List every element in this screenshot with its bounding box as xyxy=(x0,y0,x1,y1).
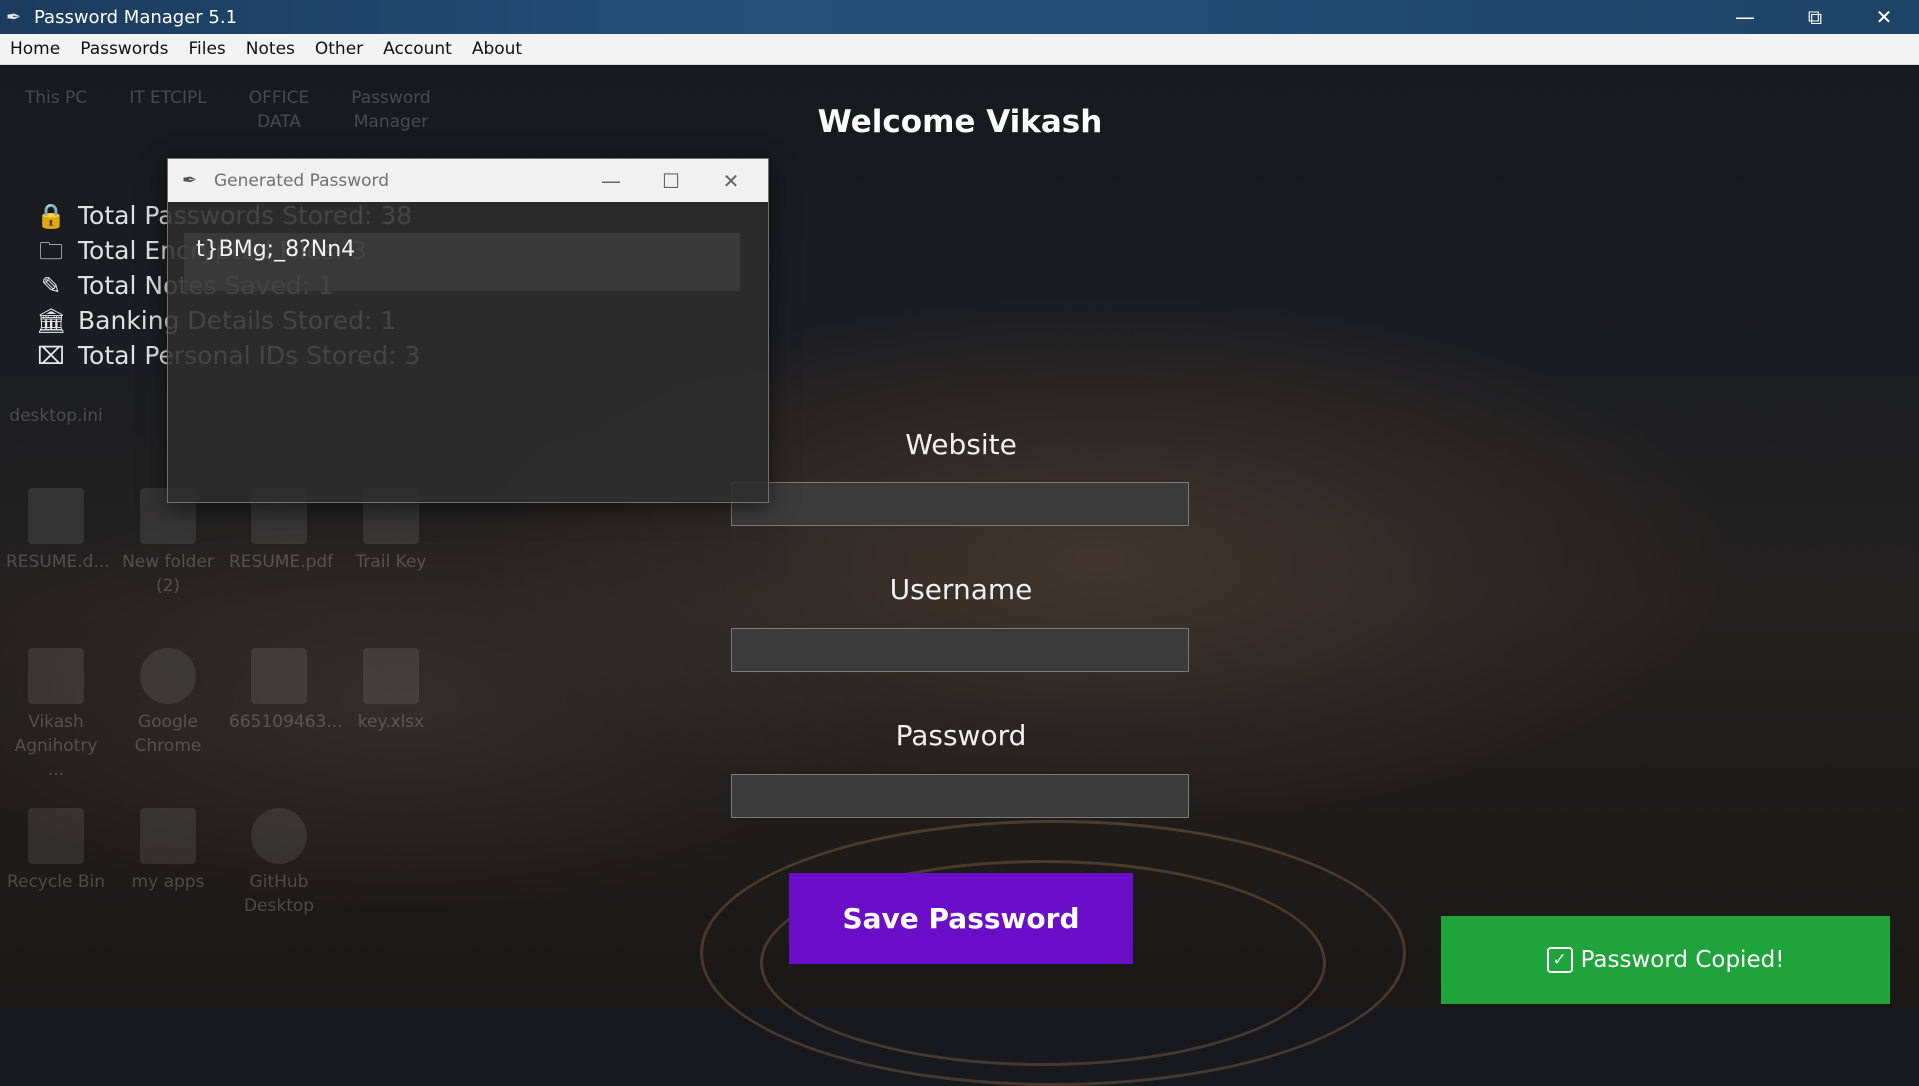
desktop-icon-label: GitHub Desktop xyxy=(243,872,315,916)
github-icon xyxy=(251,808,307,864)
popup-title-bar[interactable]: ✒ Generated Password — ☐ ✕ xyxy=(168,159,768,202)
generated-password-field[interactable]: t}BMg;_8?Nn4 xyxy=(184,233,740,291)
desktop-icon-label: desktop.ini xyxy=(9,406,103,426)
save-password-button[interactable]: Save Password xyxy=(789,873,1133,964)
password-copied-toast: ✓ Password Copied! xyxy=(1441,916,1890,1004)
desktop-icon: Password Manager xyxy=(341,86,441,134)
desktop-icon-label: 665109463... xyxy=(229,712,343,732)
chrome-icon xyxy=(140,648,196,704)
popup-close-button[interactable]: ✕ xyxy=(701,159,761,202)
title-bar: ✒ Password Manager 5.1 — ⧉ ✕ xyxy=(0,0,1919,34)
popup-maximize-button[interactable]: ☐ xyxy=(641,159,701,202)
window-title: Password Manager 5.1 xyxy=(34,6,238,28)
password-input[interactable] xyxy=(731,774,1189,818)
minimize-button[interactable]: — xyxy=(1710,0,1780,34)
desktop-icon-label: my apps xyxy=(131,872,205,892)
desktop-icon: desktop.ini xyxy=(6,404,106,428)
desktop-icon: This PC xyxy=(6,86,106,110)
desktop-icon-label: Vikash Agnihotry ... xyxy=(14,712,98,780)
desktop-icon: GitHub Desktop xyxy=(229,808,329,918)
folder-icon xyxy=(140,808,196,864)
recycle-bin-icon xyxy=(28,808,84,864)
desktop-icon-label: Password Manager xyxy=(351,88,431,132)
desktop-icon: Recycle Bin xyxy=(6,808,106,894)
username-input[interactable] xyxy=(731,628,1189,672)
safe-lock-icon: 🔒 xyxy=(36,201,66,230)
note-edit-icon: ✎ xyxy=(40,271,62,300)
close-button[interactable]: ✕ xyxy=(1849,0,1919,34)
menu-home[interactable]: Home xyxy=(0,34,70,64)
desktop-icon-label: Recycle Bin xyxy=(6,872,105,892)
desktop-icon-label: IT ETCIPL xyxy=(129,88,207,108)
word-doc-icon xyxy=(28,488,84,544)
desktop-icon: Vikash Agnihotry ... xyxy=(6,648,106,782)
menu-account[interactable]: Account xyxy=(373,34,462,64)
checkbox-icon: ✓ xyxy=(1546,947,1573,973)
menu-passwords[interactable]: Passwords xyxy=(70,34,178,64)
popup-title: Generated Password xyxy=(214,170,389,191)
desktop-icon: IT ETCIPL xyxy=(118,86,218,110)
desktop-icon-label: Google Chrome xyxy=(134,712,202,756)
desktop-icon: key.xlsx xyxy=(341,648,441,734)
welcome-heading: Welcome Vikash xyxy=(817,104,1103,140)
website-label: Website xyxy=(905,428,1017,461)
excel-icon xyxy=(363,648,419,704)
feather-icon: ✒ xyxy=(182,170,198,191)
toast-text: Password Copied! xyxy=(1580,947,1785,973)
desktop-icon-label: key.xlsx xyxy=(357,712,425,732)
bank-icon: 🏛 xyxy=(36,306,67,335)
desktop-icon-label: RESUME.d... xyxy=(6,552,110,572)
folder-icon: 🗀 xyxy=(39,236,63,265)
restore-button[interactable]: ⧉ xyxy=(1780,0,1850,34)
pdf-icon xyxy=(251,648,307,704)
menu-other[interactable]: Other xyxy=(305,34,373,64)
menu-bar: Home Passwords Files Notes Other Account… xyxy=(0,34,1919,65)
desktop-icon: OFFICE DATA xyxy=(229,86,329,134)
popup-minimize-button[interactable]: — xyxy=(581,159,641,202)
password-label: Password xyxy=(895,719,1027,752)
menu-notes[interactable]: Notes xyxy=(236,34,305,64)
menu-about[interactable]: About xyxy=(462,34,532,64)
desktop-icon: Google Chrome xyxy=(118,648,218,758)
id-tag-icon: ⌧ xyxy=(37,341,65,370)
desktop-icon: New folder (2) xyxy=(118,488,218,598)
word-doc-icon xyxy=(28,648,84,704)
desktop-icon: RESUME.d... xyxy=(6,488,110,574)
desktop-icon-label: This PC xyxy=(24,88,88,108)
desktop-icon-label: Trail Key xyxy=(355,552,427,572)
generated-password-window: ✒ Generated Password — ☐ ✕ t}BMg;_8?Nn4 xyxy=(167,158,769,503)
username-label: Username xyxy=(889,573,1033,606)
feather-icon: ✒ xyxy=(6,6,22,28)
menu-files[interactable]: Files xyxy=(178,34,235,64)
desktop-icon-label: RESUME.pdf xyxy=(229,552,334,572)
desktop-icon-label: OFFICE DATA xyxy=(248,88,310,132)
desktop-icon: 665109463... xyxy=(229,648,343,734)
desktop-icon-label: New folder (2) xyxy=(122,552,214,596)
desktop-icon: my apps xyxy=(118,808,218,894)
website-input[interactable] xyxy=(731,482,1189,526)
